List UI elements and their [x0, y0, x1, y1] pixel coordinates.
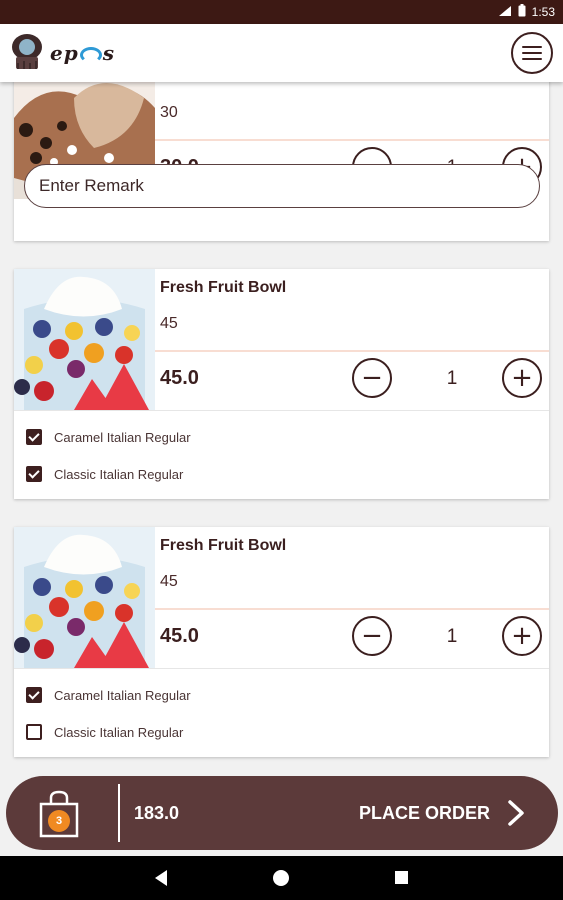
battery-icon	[518, 4, 526, 20]
addon-label: Classic Italian Regular	[54, 724, 184, 740]
options-divider	[14, 410, 549, 411]
order-bar-divider	[118, 784, 120, 842]
item-name: Fresh Fruit Bowl	[160, 279, 287, 296]
addon-label: Caramel Italian Regular	[54, 429, 191, 445]
item-unit-price: 45	[160, 315, 178, 332]
item-total-price: 45.0	[160, 625, 199, 647]
cart-count-badge: 3	[48, 810, 70, 832]
system-nav-bar	[0, 856, 563, 900]
item-total-price: 45.0	[160, 367, 199, 389]
brand-logo-text: ep s	[50, 41, 115, 65]
order-total: 183.0	[134, 803, 180, 823]
addon-option[interactable]: Classic Italian Regular	[26, 724, 183, 740]
item-divider	[155, 608, 549, 610]
item-quantity: 1	[446, 626, 458, 647]
place-order-button[interactable]: PLACE ORDER	[359, 803, 490, 824]
cart-item-card: Fresh Fruit Bowl 45 45.0 − 1 + Caramel I…	[14, 269, 549, 499]
chevron-right-icon[interactable]	[504, 800, 528, 826]
increase-quantity-button[interactable]: +	[502, 358, 542, 398]
addon-option[interactable]: Caramel Italian Regular	[26, 429, 191, 445]
cart-item-card: Fresh Fruit Bowl 45 45.0 − 1 + Caramel I…	[14, 527, 549, 757]
decrease-quantity-button[interactable]: −	[352, 616, 392, 656]
addon-label: Caramel Italian Regular	[54, 687, 191, 703]
signal-icon	[498, 5, 512, 20]
increase-quantity-button[interactable]: +	[502, 616, 542, 656]
item-quantity: 1	[446, 368, 458, 389]
brand-logo-icon	[10, 33, 44, 73]
item-unit-price: 30	[160, 104, 178, 121]
back-icon[interactable]	[155, 870, 167, 886]
checkbox-checked[interactable]	[26, 466, 42, 482]
hamburger-menu-icon[interactable]	[511, 32, 553, 74]
fruit-bowl-image	[14, 527, 155, 668]
checkbox-checked[interactable]	[26, 687, 42, 703]
place-order-bar[interactable]: 3 183.0 PLACE ORDER	[6, 776, 558, 850]
status-bar: 1:53	[0, 0, 563, 24]
item-divider	[155, 139, 549, 141]
remark-input[interactable]	[24, 164, 540, 208]
app-bar: ep s	[0, 24, 563, 82]
status-time: 1:53	[531, 5, 555, 19]
home-icon[interactable]	[273, 870, 289, 886]
decrease-quantity-button[interactable]: −	[352, 358, 392, 398]
options-divider	[14, 668, 549, 669]
item-divider	[155, 350, 549, 352]
shopping-bag-icon[interactable]: 3	[36, 790, 82, 838]
recent-apps-icon[interactable]	[395, 871, 408, 884]
item-unit-price: 45	[160, 573, 178, 590]
addon-option[interactable]: Classic Italian Regular	[26, 466, 183, 482]
addon-label: Classic Italian Regular	[54, 466, 184, 482]
addon-option[interactable]: Caramel Italian Regular	[26, 687, 191, 703]
item-info: Fresh Fruit Bowl 45 45.0 − 1 +	[155, 269, 549, 410]
checkbox-checked[interactable]	[26, 429, 42, 445]
cart-list[interactable]: 30 30.0 − 1 +	[0, 82, 563, 770]
checkbox-unchecked[interactable]	[26, 724, 42, 740]
fruit-bowl-image	[14, 269, 155, 410]
item-name: Fresh Fruit Bowl	[160, 537, 287, 554]
cart-item-card: 30 30.0 − 1 +	[14, 82, 549, 241]
item-info: Fresh Fruit Bowl 45 45.0 − 1 +	[155, 527, 549, 668]
